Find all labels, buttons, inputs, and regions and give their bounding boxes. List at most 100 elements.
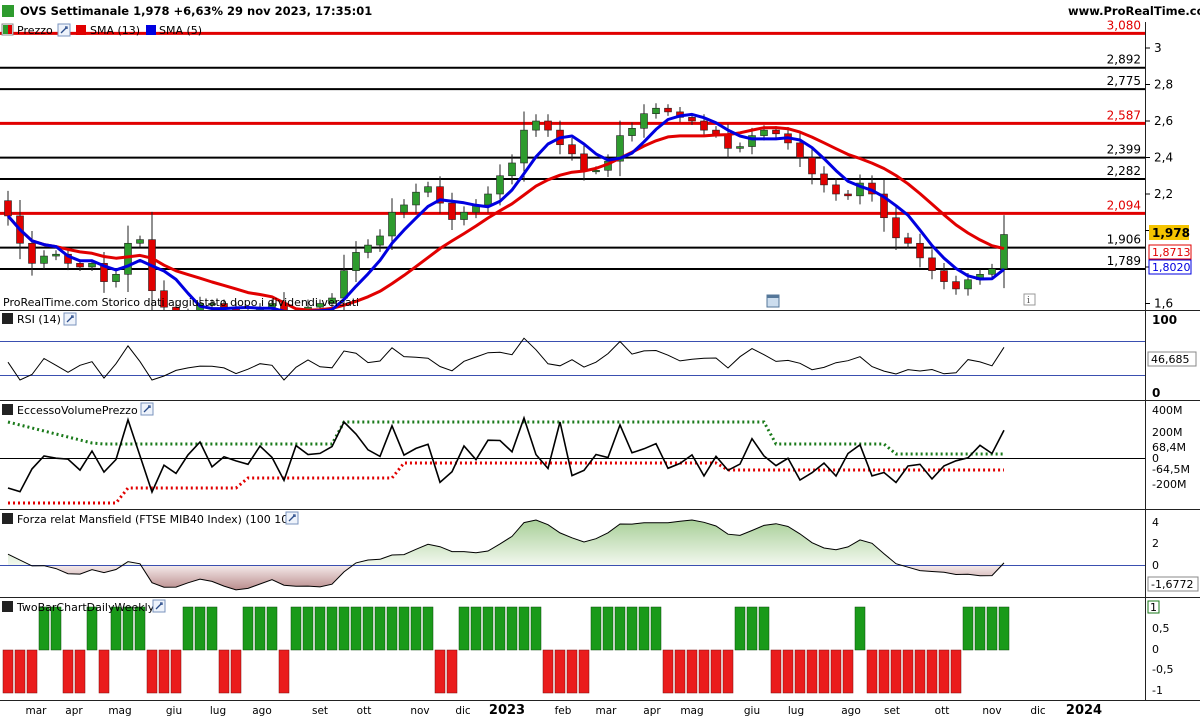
last-price-badge: 1,978 xyxy=(1149,225,1190,240)
twobar-down xyxy=(914,649,926,694)
sma13-swatch xyxy=(76,25,86,35)
month-label: 2024 xyxy=(1066,703,1102,718)
twobar-down xyxy=(722,649,734,694)
volume-title: EccessoVolumePrezzo xyxy=(17,404,138,417)
rsi-axis-bottom: 0 xyxy=(1152,386,1160,400)
candle-body xyxy=(484,193,492,206)
sma5-badge: 1,8020 xyxy=(1148,259,1192,275)
candle-body xyxy=(76,263,84,268)
twobar-up xyxy=(350,606,362,651)
twobar-down xyxy=(866,649,878,694)
month-label: set xyxy=(884,705,900,717)
twobar-swatch xyxy=(2,601,13,612)
wrench-icon[interactable] xyxy=(140,402,154,416)
candle-body xyxy=(388,211,396,237)
twobar-up xyxy=(482,606,494,651)
twobar-down xyxy=(218,649,230,694)
month-label: apr xyxy=(65,705,83,717)
twobar-up xyxy=(530,606,542,651)
candle-body xyxy=(964,279,972,290)
calendar-icon[interactable] xyxy=(766,294,780,308)
twobar-up xyxy=(194,606,206,651)
twobar-up xyxy=(986,606,998,651)
twobar-down xyxy=(26,649,38,694)
candle-body xyxy=(688,117,696,122)
sma13-badge: 1,8713 xyxy=(1148,244,1192,260)
rsi-swatch xyxy=(2,313,13,324)
month-label: nov xyxy=(410,705,429,717)
candle-body xyxy=(340,270,348,299)
twobar-down xyxy=(674,649,686,694)
candle-body xyxy=(712,129,720,135)
twobar-up xyxy=(302,606,314,651)
twobar-down xyxy=(14,649,26,694)
twobar-up xyxy=(590,606,602,651)
level-label: 2,094 xyxy=(1107,198,1141,212)
month-label: ott xyxy=(357,705,372,717)
twobar-up xyxy=(458,606,470,651)
candle-body xyxy=(940,270,948,282)
month-label: ago xyxy=(841,705,861,717)
twobar-up xyxy=(626,606,638,651)
level-label: 2,775 xyxy=(1107,74,1141,88)
sma5-swatch xyxy=(146,25,156,35)
twobar-up xyxy=(746,606,758,651)
candle-body xyxy=(772,129,780,135)
wrench-icon[interactable] xyxy=(63,312,77,326)
twobar-up xyxy=(182,606,194,651)
twobar-down xyxy=(818,649,830,694)
legend-price: Prezzo xyxy=(17,24,53,37)
twobar-down xyxy=(434,649,446,694)
twobar-title: TwoBarChartDailyWeekly xyxy=(16,601,155,614)
svg-text:1,978: 1,978 xyxy=(1152,226,1190,240)
month-label: dic xyxy=(455,705,471,717)
twobar-down xyxy=(554,649,566,694)
candle-body xyxy=(952,281,960,290)
wrench-icon[interactable] xyxy=(285,511,299,525)
mansfield-tick-4: 4 xyxy=(1152,516,1159,529)
twobar-up xyxy=(758,606,770,651)
twobar-down xyxy=(158,649,170,694)
candle-body xyxy=(844,193,852,197)
twobar-down xyxy=(710,649,722,694)
month-label: mar xyxy=(596,705,618,717)
svg-text:1,8713: 1,8713 xyxy=(1152,246,1191,259)
candle-body xyxy=(664,107,672,113)
twobar-down xyxy=(830,649,842,694)
level-label: 3,080 xyxy=(1107,18,1141,32)
candle-body xyxy=(652,107,660,114)
twobar-down xyxy=(950,649,962,694)
twobar-value: 1 xyxy=(1150,601,1157,614)
month-label: mar xyxy=(26,705,48,717)
volume-swatch xyxy=(2,404,13,415)
twobar-down xyxy=(74,649,86,694)
rsi-value: 46,685 xyxy=(1151,353,1190,366)
candle-body xyxy=(88,263,96,268)
candle-body xyxy=(412,191,420,206)
candle-body xyxy=(352,252,360,271)
volume-upper-value: 68,4M xyxy=(1152,441,1186,454)
twobar-up xyxy=(974,606,986,651)
legend-sma13: SMA (13) xyxy=(90,24,140,37)
month-label: apr xyxy=(643,705,661,717)
twobar-down xyxy=(842,649,854,694)
level-label: 2,587 xyxy=(1107,108,1141,122)
info-icon[interactable]: i xyxy=(1023,293,1036,306)
wrench-icon[interactable] xyxy=(57,23,71,37)
twobar-up xyxy=(962,606,974,651)
svg-text:i: i xyxy=(1027,296,1030,306)
twobar-up xyxy=(518,606,530,651)
twobar-up xyxy=(998,606,1010,651)
site-link[interactable]: www.ProRealTime.com xyxy=(1068,4,1200,18)
watermark: ProRealTime.com Storico dati aggiustato … xyxy=(3,296,359,309)
twobar-down xyxy=(62,649,74,694)
candle-body xyxy=(508,162,516,177)
twobar-up xyxy=(398,606,410,651)
candle-body xyxy=(544,120,552,131)
twobar-tick-05: 0,5 xyxy=(1152,622,1170,635)
candle-body xyxy=(52,253,60,257)
candle-body xyxy=(424,186,432,193)
y-tick-label: 2,4 xyxy=(1154,151,1173,165)
twobar-down xyxy=(878,649,890,694)
wrench-icon[interactable] xyxy=(152,599,166,613)
